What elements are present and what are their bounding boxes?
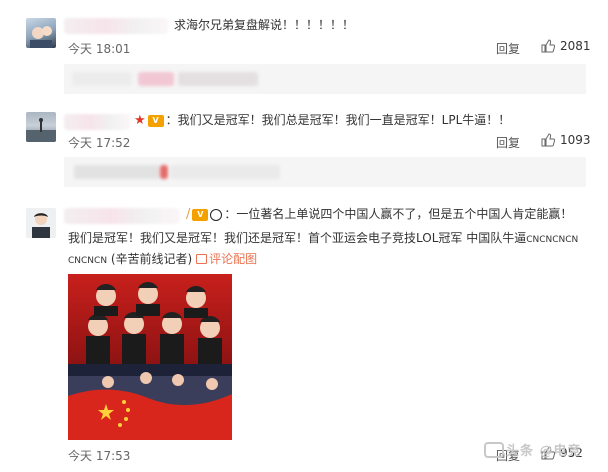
comment-time: 今天 18:01 bbox=[68, 42, 131, 56]
avatar[interactable] bbox=[26, 208, 56, 238]
reply-preview-blurred[interactable] bbox=[64, 64, 586, 94]
user-badges: ★ V bbox=[134, 110, 164, 132]
badge-slash-icon: / bbox=[186, 206, 191, 222]
like-button[interactable]: 1093 bbox=[541, 133, 591, 147]
comment-text-line: CNCNCN (辛苦前线记者) 评论配图 bbox=[68, 248, 588, 272]
thumbs-up-icon bbox=[541, 39, 555, 53]
comment-text: 求海尔兄弟复盘解说！！！！！！ bbox=[174, 18, 355, 32]
comment-text: ：一位著名上单说四个中国人赢不了，但是五个中国人肯定能赢！ bbox=[224, 207, 573, 221]
vip-badge-icon: V bbox=[147, 114, 164, 127]
watermark: 头条 @电竞 bbox=[484, 440, 582, 459]
comment-text-small: CNCNCNCN bbox=[526, 235, 579, 245]
reply-preview-blurred[interactable] bbox=[64, 157, 586, 187]
reply-button[interactable]: 回复 bbox=[496, 40, 520, 57]
username-blurred[interactable] bbox=[64, 208, 180, 224]
picture-icon bbox=[196, 254, 208, 264]
comment-picture-link[interactable]: 评论配图 bbox=[196, 252, 257, 266]
comment-text: (辛苦前线记者) bbox=[107, 252, 193, 266]
reply-button[interactable]: 回复 bbox=[496, 134, 520, 151]
username-blurred[interactable] bbox=[64, 114, 130, 130]
comment-text-line: / V ：一位著名上单说四个中国人赢不了，但是五个中国人肯定能赢！ bbox=[186, 203, 588, 226]
comment-text-small: CNCNCN bbox=[68, 256, 108, 266]
star-icon: ★ bbox=[134, 112, 146, 128]
user-badges: / V bbox=[186, 204, 223, 226]
comment-time: 今天 17:53 bbox=[68, 449, 131, 463]
comment-text: 我们是冠军！我们又是冠军！我们还是冠军！首个亚运会电子竞技LOL冠军 中国队牛逼 bbox=[68, 231, 527, 245]
comment-photo[interactable] bbox=[68, 274, 232, 440]
comment-time: 今天 17:52 bbox=[68, 136, 131, 150]
like-count: 1093 bbox=[560, 133, 591, 147]
thumbs-up-icon bbox=[541, 133, 555, 147]
vip-badge-icon: V bbox=[192, 208, 209, 221]
comment-text-line: ★ V ：我们又是冠军！我们总是冠军！我们一直是冠军！LPL牛逼！！ bbox=[134, 109, 588, 132]
watermark-text: 头条 @电竞 bbox=[506, 444, 582, 459]
panda-icon bbox=[210, 208, 223, 221]
username-blurred[interactable] bbox=[64, 18, 168, 34]
comment-text: ：我们又是冠军！我们总是冠军！我们一直是冠军！LPL牛逼！！ bbox=[165, 113, 511, 127]
avatar[interactable] bbox=[26, 112, 56, 142]
avatar[interactable] bbox=[26, 18, 56, 48]
like-count: 2081 bbox=[560, 39, 591, 53]
watermark-logo-icon bbox=[484, 442, 504, 458]
picture-link-label: 评论配图 bbox=[209, 252, 258, 266]
like-button[interactable]: 2081 bbox=[541, 39, 591, 53]
